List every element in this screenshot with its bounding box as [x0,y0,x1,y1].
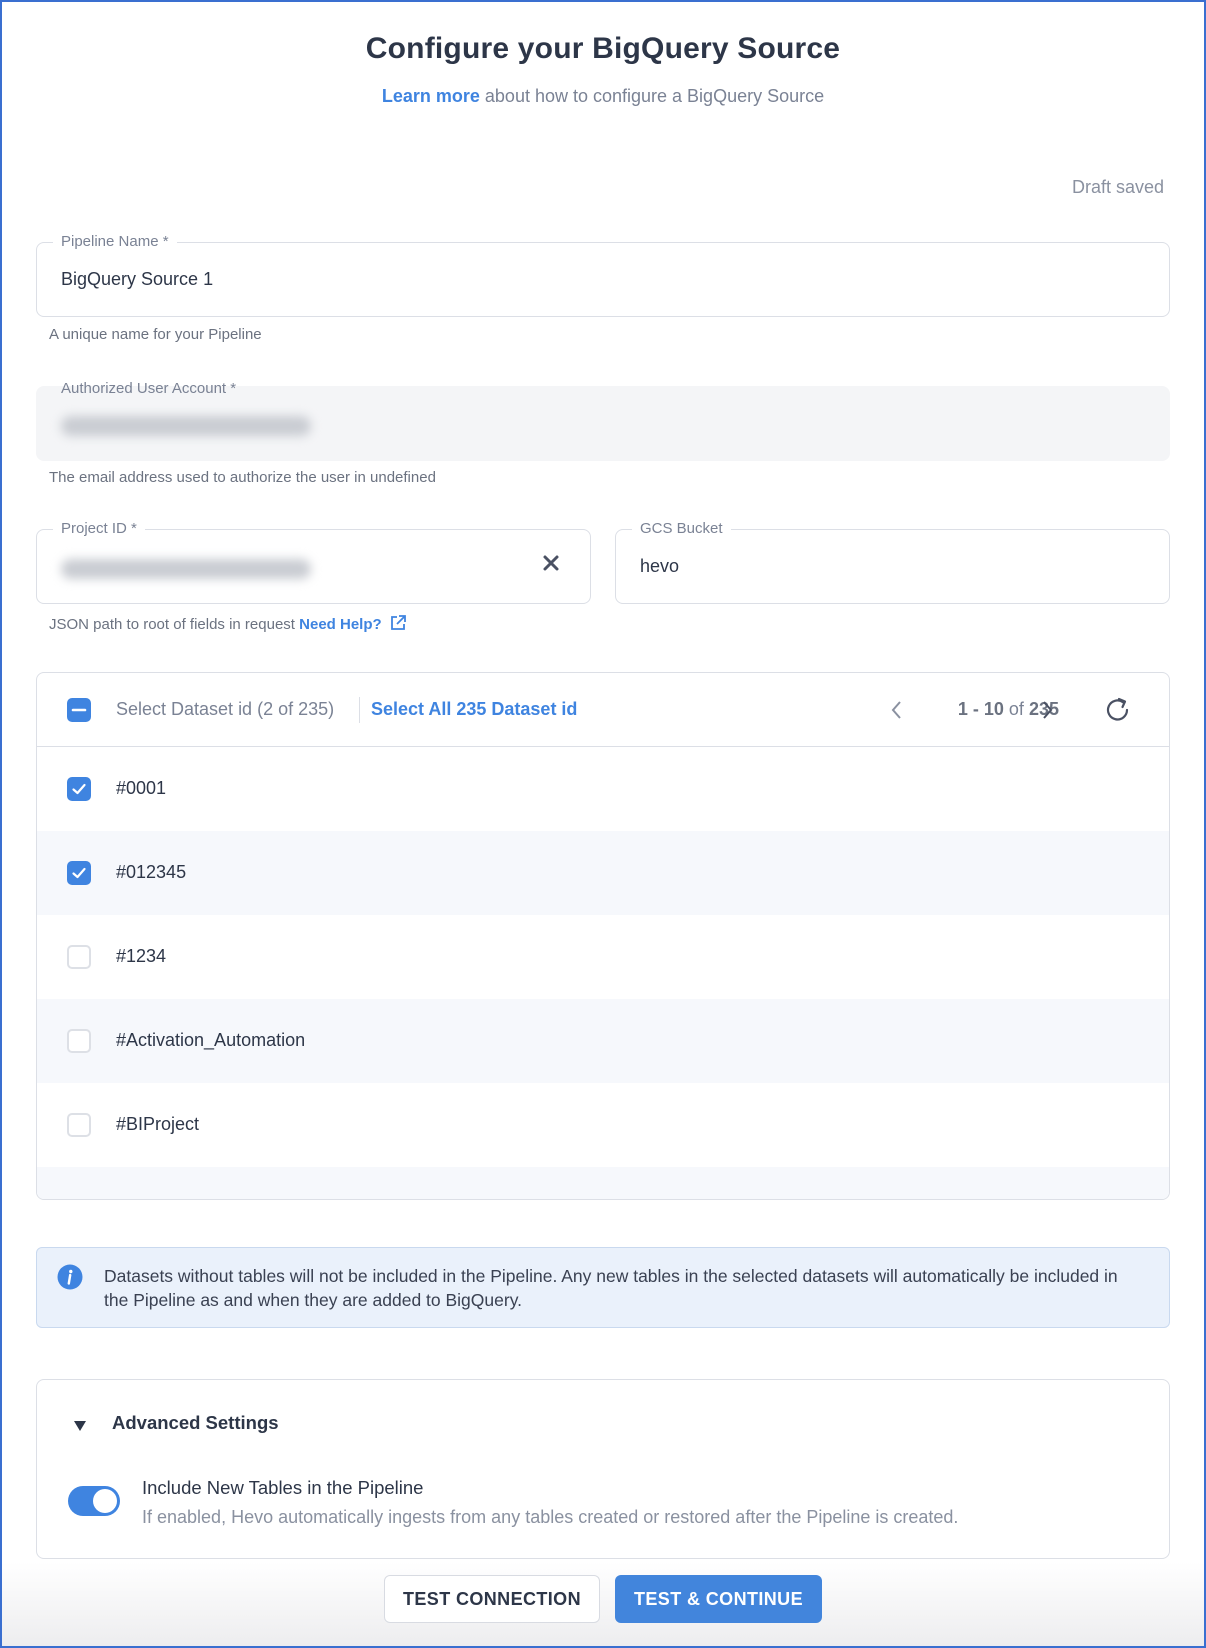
pagination-range: 1 - 10 [957,699,1004,719]
caret-down-icon[interactable] [73,1420,87,1432]
dataset-list-header: Select Dataset id (2 of 235) Select All … [37,673,1169,747]
page-header: Configure your BigQuery Source Learn mor… [2,32,1204,107]
dataset-row[interactable]: #0001 [37,747,1169,831]
toggle-knob [93,1489,117,1513]
pipeline-name-label: Pipeline Name * [53,232,177,252]
check-icon [72,867,86,879]
chevron-left-icon[interactable] [887,699,907,721]
info-text: Datasets without tables will not be incl… [104,1266,1118,1310]
subtitle-text: about how to configure a BigQuery Source [479,86,825,106]
page-title: Configure your BigQuery Source [365,32,841,65]
check-icon [72,783,86,795]
select-all-link[interactable]: Select All 235 Dataset id [371,699,577,720]
pipeline-name-input[interactable]: BigQuery Source 1 [61,269,213,290]
dataset-name: #0001 [116,778,167,798]
divider [359,697,360,723]
dataset-row[interactable]: #012345 [37,831,1169,915]
include-new-tables-description: If enabled, Hevo automatically ingests f… [142,1507,959,1527]
minus-icon [71,708,87,712]
dataset-name: #012345 [116,862,187,882]
refresh-icon[interactable] [1103,695,1133,725]
project-id-label: Project ID * [53,519,145,539]
authorized-account-field: Authorized User Account * [36,380,1170,461]
learn-more-link[interactable]: Learn more [382,86,480,106]
clear-icon[interactable] [540,552,562,574]
info-icon [57,1264,83,1290]
authorized-account-hint: The email address used to authorize the … [49,469,436,486]
advanced-settings-panel: Advanced Settings Include New Tables in … [36,1379,1170,1559]
authorized-account-value-redacted [61,416,311,436]
dataset-name: #BIProject [116,1114,200,1134]
project-id-value-redacted[interactable] [61,559,311,579]
selection-count: Select Dataset id (2 of 235) [116,699,335,719]
dataset-checkbox[interactable] [67,1029,91,1053]
dataset-list: Select Dataset id (2 of 235) Select All … [36,672,1170,1200]
draft-status: Draft saved [1071,177,1164,197]
dataset-row[interactable]: #1234 [37,915,1169,999]
authorized-account-label: Authorized User Account * [61,380,237,397]
dataset-checkbox[interactable] [67,945,91,969]
project-id-hint-text: JSON path to root of fields in request [49,616,300,633]
dataset-name: #1234 [116,946,167,966]
advanced-settings-title[interactable]: Advanced Settings [112,1412,279,1434]
pagination-of: of [1008,699,1024,719]
dataset-row-partial [37,1167,1169,1199]
include-new-tables-toggle[interactable] [68,1486,120,1516]
project-id-hint: JSON path to root of fields in request N… [49,613,408,633]
dataset-row[interactable]: #BIProject [37,1083,1169,1167]
pipeline-name-field[interactable]: Pipeline Name * BigQuery Source 1 [36,232,1170,317]
gcs-bucket-field[interactable]: GCS Bucket hevo [615,519,1170,604]
test-continue-button[interactable]: TEST & CONTINUE [615,1575,822,1623]
page-subtitle: Learn more about how to configure a BigQ… [2,86,1204,107]
pipeline-name-hint: A unique name for your Pipeline [49,326,262,343]
test-connection-button[interactable]: TEST CONNECTION [384,1575,600,1623]
dataset-checkbox[interactable] [67,1113,91,1137]
dataset-checkbox[interactable] [67,777,91,801]
gcs-bucket-label: GCS Bucket [632,519,731,539]
need-help-link[interactable]: Need Help? [299,616,382,633]
dataset-row[interactable]: #Activation_Automation [37,999,1169,1083]
external-link-icon[interactable] [388,613,408,633]
dataset-name: #Activation_Automation [116,1030,306,1050]
chevron-right-icon[interactable] [1037,699,1057,721]
info-banner: Datasets without tables will not be incl… [36,1247,1170,1328]
gcs-bucket-input[interactable]: hevo [640,556,679,577]
window-frame: Configure your BigQuery Source Learn mor… [0,0,1206,1648]
select-page-checkbox[interactable] [67,698,91,722]
dataset-checkbox[interactable] [67,861,91,885]
include-new-tables-label: Include New Tables in the Pipeline [142,1477,424,1498]
project-id-field[interactable]: Project ID * [36,519,591,604]
